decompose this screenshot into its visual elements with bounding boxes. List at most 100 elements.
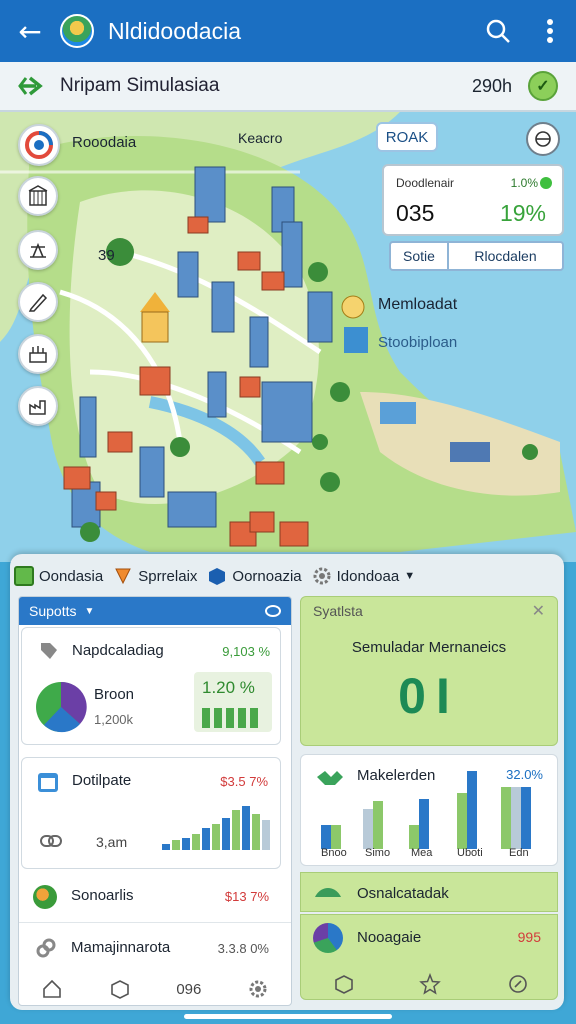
route-arrow-icon: [18, 76, 43, 96]
globe-icon: [33, 885, 57, 909]
roak-button[interactable]: ROAK: [376, 122, 438, 152]
gear-icon[interactable]: [247, 978, 269, 1000]
tab-label: Oondasia: [39, 567, 104, 585]
more-menu-button[interactable]: [524, 0, 576, 62]
nav-count: 096: [176, 980, 202, 998]
metric-percent: 9,103 %: [222, 644, 270, 659]
tool-services-button[interactable]: [18, 386, 58, 426]
supports-header: Supotts ▼: [19, 597, 291, 625]
compass-logo-icon: [25, 131, 53, 159]
metric-card-napdcaladiag[interactable]: Napdcaladiag 9,103 % Broon 1,200k 1.20 %: [21, 627, 281, 745]
segment-rlocdalen[interactable]: Rlocdalen: [449, 243, 562, 269]
star-icon[interactable]: [419, 973, 441, 995]
tab-idondoaa[interactable]: Idondoaa ▼: [312, 566, 415, 586]
stats-header: Syatlsta: [313, 603, 363, 619]
map-label-region: Rooodaia: [72, 134, 137, 151]
circle-toggle-icon[interactable]: [265, 605, 281, 617]
check-icon: ✓: [536, 78, 550, 95]
segment-control: Sotie Rlocdalen: [389, 241, 564, 271]
map-label-center: Memloadat: [378, 296, 458, 313]
tool-utility-button[interactable]: [18, 334, 58, 374]
list-row-sonoarlis[interactable]: Sonoarlis $13 7%: [19, 871, 291, 923]
grid-icon: [14, 566, 34, 586]
map-stat-card: Doodlenair 1.0% 035 19%: [382, 164, 564, 236]
app-bar: ← Nldidoodacia: [0, 0, 576, 62]
tool-road-button[interactable]: [18, 230, 58, 270]
stat-value-percent: 19%: [499, 200, 546, 226]
pie-chart: [36, 681, 87, 733]
box-icon[interactable]: [333, 973, 355, 995]
supports-panel: Supotts ▼ Napdcaladiag 9,103 % Broon 1,2…: [18, 596, 292, 1006]
status-check-button[interactable]: ✓: [528, 71, 558, 101]
home-indicator: [184, 1014, 392, 1019]
supports-title: Supotts: [29, 603, 77, 619]
simulation-bar: Nripam Simulasiaa 290h ✓: [0, 62, 576, 112]
list-value: 995: [517, 929, 541, 945]
list-row-nooagaie[interactable]: Nooagaie 995: [300, 914, 558, 1000]
tab-label: Idondoaa: [336, 567, 400, 585]
simulation-time: 290h: [471, 75, 512, 96]
tab-label: Oornoazia: [232, 567, 302, 585]
search-icon: [486, 19, 510, 43]
map-label-north: Keacro: [238, 130, 283, 146]
crane-icon: [30, 242, 46, 258]
home-icon[interactable]: [41, 978, 63, 1000]
tool-building-button[interactable]: [18, 176, 58, 216]
list-title: Sonoarlis: [71, 887, 134, 904]
app-logo: [60, 14, 94, 48]
tool-zone-button[interactable]: [18, 282, 58, 322]
map-layer-button[interactable]: [18, 124, 60, 166]
cube-icon: [209, 568, 226, 585]
tools-icon: [29, 346, 47, 363]
gear-icon: [313, 567, 331, 585]
close-icon[interactable]: ✕: [532, 601, 545, 621]
list-title: Osnalcatadak: [357, 885, 449, 902]
list-row-osnalcatadak[interactable]: Osnalcatadak: [300, 872, 558, 912]
panel-bottom-nav: 096: [18, 974, 292, 1004]
grouped-bar-chart: [321, 771, 531, 849]
metric-card-dotilpate[interactable]: Dotilpate $3.5 7% 3,am: [21, 757, 281, 869]
stat-label-percent: 1.0%: [510, 176, 538, 190]
metrics-title: Semuladar Mernaneics: [351, 639, 507, 656]
tab-oornoazia[interactable]: Oornoazia: [207, 566, 302, 586]
tab-sprrelaix[interactable]: Sprrelaix: [113, 566, 197, 586]
status-dot-icon: [540, 177, 552, 189]
bridge-icon: [315, 888, 341, 897]
tab-label: Sprrelaix: [138, 567, 198, 585]
category-label: Simo: [365, 847, 391, 859]
stat-label: Doodlenair: [396, 176, 455, 190]
chevron-down-icon[interactable]: ▼: [404, 570, 415, 582]
tag-icon: [115, 568, 132, 585]
metric-sub-label: Broon: [94, 686, 135, 703]
category-label: Mea: [411, 847, 433, 859]
box-icon[interactable]: [109, 978, 131, 1000]
factory-icon: [29, 400, 46, 415]
recenter-button[interactable]: [526, 122, 560, 156]
segment-sotie[interactable]: Sotie: [391, 243, 449, 269]
metric-percent: $3.5 7%: [220, 774, 268, 789]
tag-gray-icon: [41, 643, 57, 659]
mini-bar-chart: [202, 708, 258, 728]
map-label-district: 39: [98, 247, 115, 264]
arrow-left-icon: ←: [18, 14, 42, 48]
makelerden-chart-card[interactable]: Makelerden 32.0% Bnoo Simo Mea Uboti Edn: [300, 754, 558, 866]
back-button[interactable]: ←: [0, 0, 60, 62]
simulation-metrics-card[interactable]: Syatlsta ✕ Semuladar Mernaneics 0I: [300, 596, 558, 746]
map-label-center-sub: Stoobiploan: [378, 334, 458, 351]
search-button[interactable]: [472, 0, 524, 62]
target-icon: [535, 131, 551, 147]
sort-arrow-icon[interactable]: ▼: [84, 606, 94, 617]
list-row-mamajinnarota[interactable]: Mamajinnarota 3.3.8 0%: [19, 923, 291, 973]
pie-icon: [313, 923, 343, 953]
category-label: Bnoo: [321, 847, 347, 859]
list-percent: $13 7%: [224, 889, 269, 904]
category-label: Uboti: [457, 847, 483, 859]
pencil-icon: [28, 293, 48, 312]
compass-icon[interactable]: [507, 973, 529, 995]
tab-oondasia[interactable]: Oondasia: [14, 566, 103, 586]
metric-sub-value: 3,am: [96, 834, 128, 850]
calendar-icon: [38, 773, 58, 792]
metric-sub-value: 1,200k: [94, 712, 134, 727]
metrics-value: 0I: [398, 668, 460, 724]
mini-bar-box: 1.20 %: [194, 672, 272, 732]
